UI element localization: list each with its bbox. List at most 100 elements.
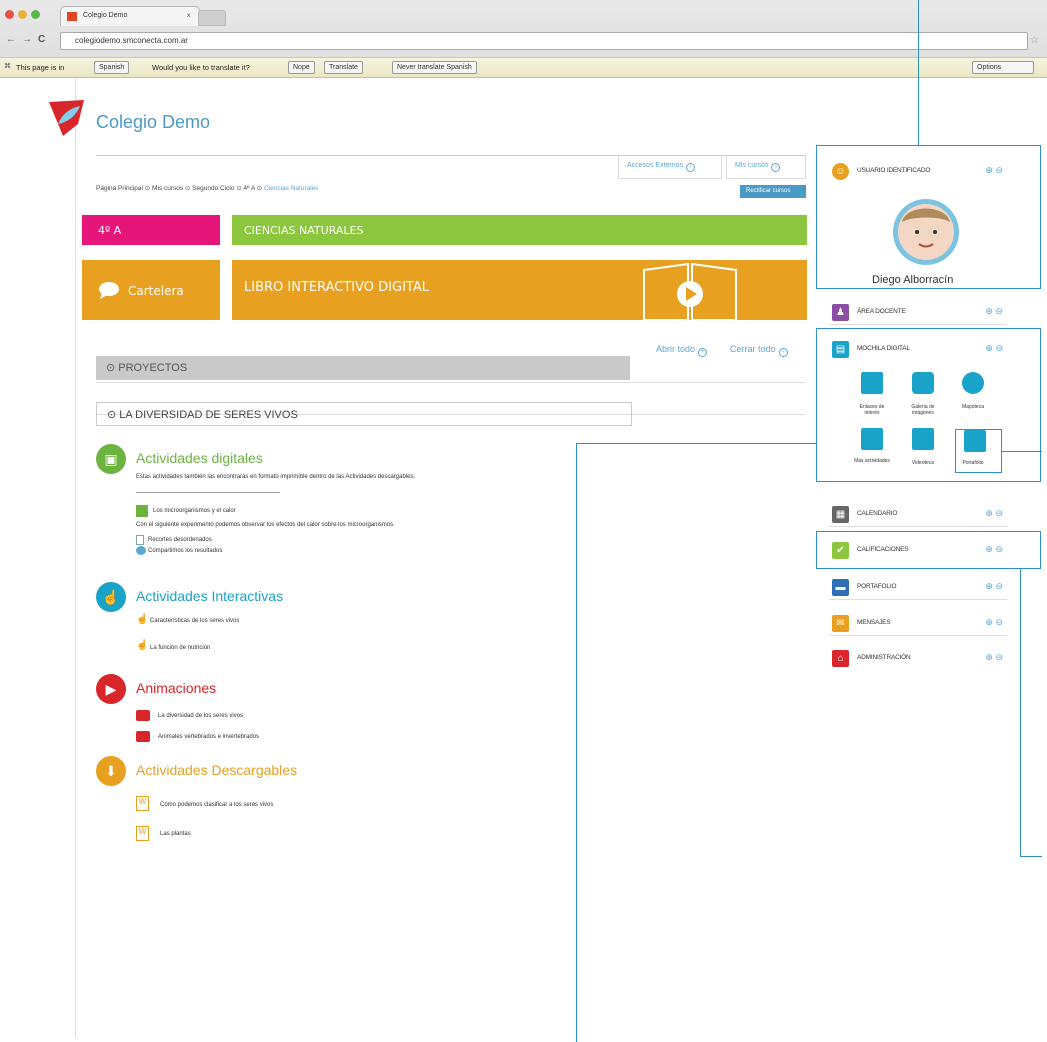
nope-button[interactable]: Nope bbox=[288, 61, 315, 74]
sidebar-item-calendario[interactable]: ▦ CALENDARIO ⊕ ⊖ bbox=[829, 501, 1007, 527]
envelope-icon: ✉ bbox=[832, 615, 849, 632]
laptop-icon bbox=[136, 505, 148, 517]
expand-collapse-icon[interactable]: ⊕ ⊖ bbox=[985, 652, 1003, 663]
breadcrumb-item[interactable]: Segundo Ciclo bbox=[192, 185, 234, 192]
back-icon[interactable]: ← bbox=[6, 34, 16, 45]
reload-icon[interactable]: C bbox=[38, 34, 45, 45]
callout-line bbox=[1020, 856, 1042, 857]
category-title: Actividades digitales bbox=[136, 450, 263, 466]
word-doc-icon: W bbox=[136, 826, 149, 841]
callout-line bbox=[1002, 451, 1042, 452]
category-title: Actividades Descargables bbox=[136, 762, 298, 778]
sidebar-item-portafolio[interactable]: ▬ PORTAFOLIO ⊕ ⊖ bbox=[829, 574, 1007, 600]
close-window-icon[interactable] bbox=[5, 10, 14, 19]
breadcrumb-item[interactable]: Página Principal bbox=[96, 185, 143, 192]
chat-icon bbox=[136, 546, 146, 555]
cartelera-label: Cartelera bbox=[128, 284, 184, 298]
callout-box bbox=[816, 531, 1041, 569]
download-icon: ⬇ bbox=[96, 756, 126, 786]
grade-band: 4º A bbox=[82, 215, 220, 245]
callout-box bbox=[816, 328, 1041, 482]
mis-cursos-label: Mis cursos bbox=[735, 162, 769, 169]
activity-link[interactable]: Animales vertebrados e invertebrados bbox=[158, 734, 259, 740]
minimize-window-icon[interactable] bbox=[18, 10, 27, 19]
document-icon bbox=[136, 535, 144, 545]
sidebar-label: PORTAFOLIO bbox=[857, 583, 897, 590]
hand-pointer-icon: ☝ bbox=[136, 614, 149, 625]
laptop-icon: ▣ bbox=[96, 444, 126, 474]
translate-bar: ⌘ This page is in Spanish Would you like… bbox=[0, 57, 1047, 77]
play-icon bbox=[136, 710, 150, 721]
diversidad-section[interactable]: ⊙ LA DIVERSIDAD DE SERES VIVOS bbox=[96, 402, 632, 426]
sidebar-item-mensajes[interactable]: ✉ MENSAJES ⊕ ⊖ bbox=[829, 610, 1007, 636]
activity-link[interactable]: Cómo podemos clasificar a los seres vivo… bbox=[160, 802, 273, 808]
sidebar-item-area-docente[interactable]: ♟ ÁREA DOCENTE ⊕ ⊖ bbox=[829, 299, 1007, 325]
play-icon bbox=[136, 731, 150, 742]
arrow-circle-icon: › bbox=[771, 163, 781, 172]
activity-link[interactable]: Los microorganismos y el calor bbox=[153, 508, 236, 514]
new-tab-button[interactable] bbox=[198, 10, 226, 26]
libro-interactivo-band[interactable]: LIBRO INTERACTIVO DIGITAL bbox=[232, 260, 807, 320]
sidebar-label: MENSAJES bbox=[857, 619, 891, 626]
breadcrumb-item[interactable]: 4º A bbox=[244, 185, 255, 192]
options-button[interactable]: Options bbox=[972, 61, 1034, 74]
libro-label: LIBRO INTERACTIVO DIGITAL bbox=[244, 280, 429, 295]
site-name: Colegio Demo bbox=[96, 112, 211, 132]
activity-description: Con el siguiente experimento podemos obs… bbox=[136, 522, 395, 528]
home-icon: ⌂ bbox=[832, 650, 849, 667]
mis-cursos-link[interactable]: Mis cursos › bbox=[726, 155, 806, 179]
rectificar-button[interactable]: Rectificar cursos bbox=[740, 185, 806, 198]
calendar-icon: ▦ bbox=[832, 506, 849, 523]
play-icon: ▶ bbox=[96, 674, 126, 704]
plus-circle-icon: + bbox=[698, 348, 708, 357]
sidebar-item-administracion[interactable]: ⌂ ADMINISTRACIÓN ⊕ ⊖ bbox=[829, 645, 1007, 671]
proyectos-section[interactable]: ⊙ PROYECTOS bbox=[96, 356, 630, 380]
expand-collapse-icon[interactable]: ⊕ ⊖ bbox=[985, 617, 1003, 628]
activity-link[interactable]: Compartimos los resultados bbox=[148, 548, 222, 554]
callout-line bbox=[918, 0, 919, 145]
language-select[interactable]: Spanish bbox=[94, 61, 130, 74]
callout-box bbox=[955, 429, 1002, 473]
activity-link[interactable]: Las plantas bbox=[160, 831, 191, 837]
zoom-window-icon[interactable] bbox=[31, 10, 40, 19]
accesos-link[interactable]: Accesos Externos › bbox=[618, 155, 722, 179]
star-icon[interactable]: ☆ bbox=[1030, 35, 1039, 46]
tab-close-icon[interactable]: × bbox=[186, 11, 191, 20]
never-translate-button[interactable]: Never translate Spanish bbox=[392, 61, 477, 74]
abrir-todo-link[interactable]: Abrir todo + bbox=[656, 344, 708, 357]
teacher-icon: ♟ bbox=[832, 304, 849, 321]
open-book-icon bbox=[643, 262, 737, 320]
accesos-label: Accesos Externos bbox=[627, 162, 684, 169]
diversidad-label: LA DIVERSIDAD DE SERES VIVOS bbox=[119, 409, 298, 421]
expand-collapse-icon[interactable]: ⊕ ⊖ bbox=[985, 581, 1003, 592]
word-doc-icon: W bbox=[136, 796, 149, 811]
proyectos-label: PROYECTOS bbox=[118, 362, 188, 374]
tab-title: Colegio Demo bbox=[83, 12, 128, 19]
cerrar-todo-link[interactable]: Cerrar todo − bbox=[730, 344, 788, 357]
callout-line bbox=[1020, 569, 1021, 856]
sidebar-label: ADMINISTRACIÓN bbox=[857, 654, 911, 661]
url-text: colegiodemo.smconecta.com.ar bbox=[75, 36, 188, 45]
activity-link[interactable]: La diversidad de los seres vivos bbox=[158, 713, 243, 719]
browser-tab[interactable]: Colegio Demo × bbox=[60, 6, 200, 26]
address-bar[interactable]: colegiodemo.smconecta.com.ar bbox=[60, 32, 1028, 50]
chat-bubble-icon bbox=[99, 282, 119, 299]
callout-line bbox=[576, 443, 816, 444]
expand-collapse-icon[interactable]: ⊕ ⊖ bbox=[985, 306, 1003, 317]
abrir-todo-label: Abrir todo bbox=[656, 344, 696, 354]
expand-collapse-icon[interactable]: ⊕ ⊖ bbox=[985, 508, 1003, 519]
activity-link[interactable]: La función de nutrición bbox=[150, 645, 210, 651]
sidebar-label: CALENDARIO bbox=[857, 510, 898, 517]
browser-chrome: Colegio Demo × ← → C colegiodemo.smconec… bbox=[0, 0, 1047, 78]
forward-icon[interactable]: → bbox=[22, 34, 32, 45]
shield-logo-icon bbox=[49, 100, 84, 136]
hand-pointer-icon: ☝ bbox=[136, 640, 149, 651]
breadcrumb-item[interactable]: Mis cursos bbox=[152, 185, 183, 192]
divider bbox=[96, 382, 806, 383]
translate-button[interactable]: Translate bbox=[324, 61, 363, 74]
activity-link[interactable]: Características de los seres vivos bbox=[150, 618, 239, 624]
activity-link[interactable]: Recortes desordenados bbox=[148, 537, 212, 543]
arrow-circle-icon: › bbox=[686, 163, 696, 172]
cartelera-button[interactable]: Cartelera bbox=[82, 260, 220, 320]
breadcrumb-item[interactable]: Ciencias Naturales bbox=[264, 185, 319, 192]
